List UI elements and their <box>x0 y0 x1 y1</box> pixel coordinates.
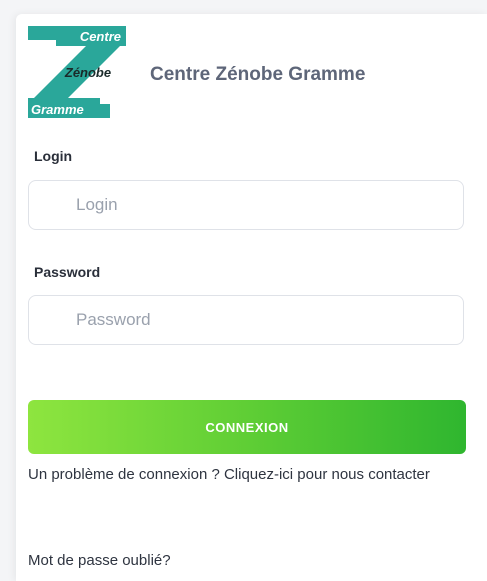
login-card: Centre Zénobe Gramme Centre Zénobe Gramm… <box>16 14 487 581</box>
forgot-password-link[interactable]: Mot de passe oublié? <box>28 544 468 578</box>
login-label: Login <box>34 148 73 164</box>
password-label: Password <box>34 264 101 280</box>
password-input[interactable] <box>29 296 463 344</box>
contact-problem-link[interactable]: Un problème de connexion ? Cliquez-ici p… <box>28 458 468 492</box>
logo-text-zenobe: Zénobe <box>64 65 111 80</box>
logo-text-gramme: Gramme <box>31 102 84 117</box>
login-field[interactable] <box>28 180 464 230</box>
brand-title: Centre Zénobe Gramme <box>150 64 366 85</box>
login-input[interactable] <box>29 181 463 229</box>
brand-header: Centre Zénobe Gramme Centre Zénobe Gramm… <box>28 26 487 118</box>
password-field[interactable] <box>28 295 464 345</box>
centre-zenobe-gramme-logo: Centre Zénobe Gramme <box>28 26 126 118</box>
logo-text-centre: Centre <box>80 29 121 44</box>
connexion-button[interactable]: CONNEXION <box>28 400 466 454</box>
